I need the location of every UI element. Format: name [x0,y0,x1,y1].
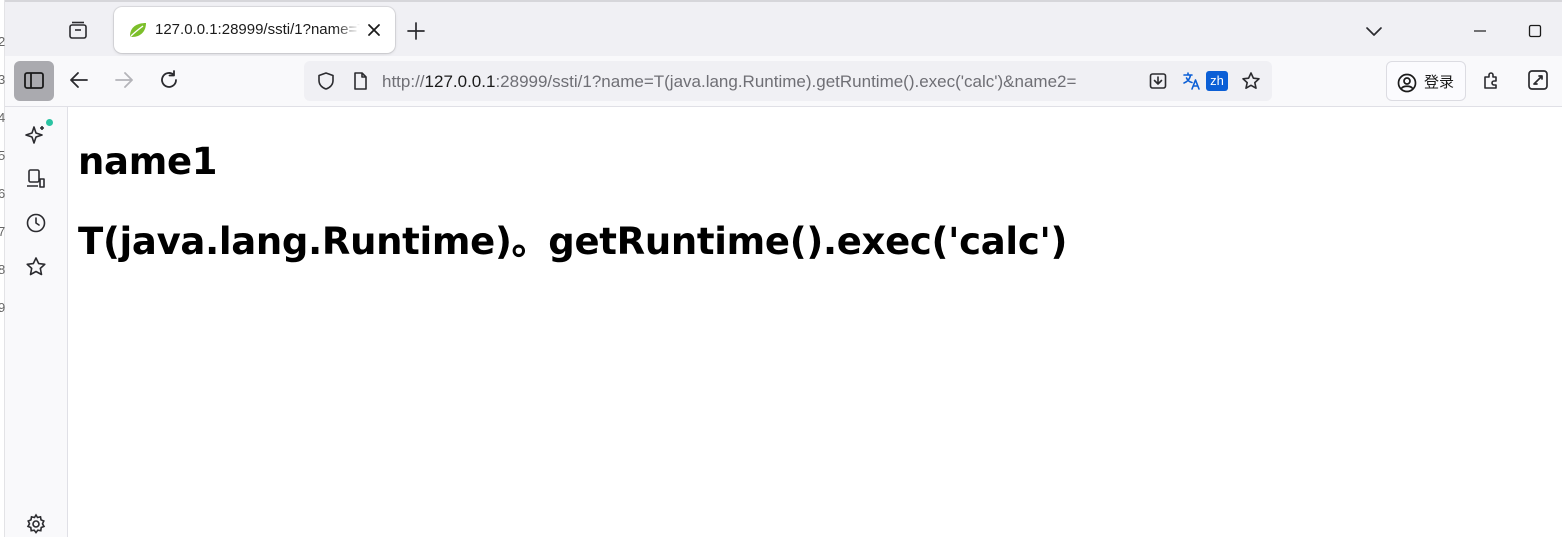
sidebar-icon [24,72,44,89]
login-button[interactable]: 登录 [1386,61,1466,101]
reload-icon[interactable] [157,68,181,92]
tab-strip: 127.0.0.1:28999/ssti/1?name=T(java.lang.… [5,0,1562,56]
page-content: name1 T(java.lang.Runtime)。getRuntime().… [68,107,1562,537]
ai-notification-dot [46,119,53,126]
sidebar-toggle-button[interactable] [14,61,54,101]
url-text[interactable]: http://127.0.0.1:28999/ssti/1?name=T(jav… [382,71,1142,93]
sidebar [5,107,68,537]
chevron-down-icon[interactable] [1363,20,1385,42]
gear-icon[interactable] [24,512,48,536]
synced-tabs-icon[interactable] [24,167,48,191]
url-host: 127.0.0.1 [424,72,496,91]
page-heading-name2: T(java.lang.Runtime)。getRuntime().exec('… [78,220,1068,263]
forward-arrow-icon[interactable] [112,68,136,92]
edit-icon[interactable] [1526,68,1550,92]
translate-language-badge[interactable]: zh [1206,71,1228,91]
star-outline-icon[interactable] [24,255,48,279]
sparkle-icon[interactable] [24,123,48,147]
shield-icon[interactable] [316,71,336,91]
download-icon[interactable] [1148,71,1168,91]
account-icon [1397,73,1417,93]
login-label: 登录 [1424,73,1455,91]
maximize-icon[interactable] [1524,20,1546,42]
navigation-toolbar: http://127.0.0.1:28999/ssti/1?name=T(jav… [5,56,1562,107]
url-scheme: http:// [382,72,425,91]
clock-icon[interactable] [24,211,48,235]
close-icon[interactable] [364,20,384,40]
tab-title: 127.0.0.1:28999/ssti/1?name=T(java.lang.… [155,21,360,38]
minimize-icon[interactable] [1469,20,1491,42]
tab-overview-icon[interactable] [67,19,89,41]
active-tab[interactable]: 127.0.0.1:28999/ssti/1?name=T(java.lang.… [114,7,395,53]
address-bar[interactable]: http://127.0.0.1:28999/ssti/1?name=T(jav… [304,61,1272,101]
page-heading-name1: name1 [78,140,218,183]
puzzle-icon[interactable] [1480,68,1504,92]
star-icon[interactable] [1241,71,1261,91]
leaf-favicon-icon [128,21,148,39]
page-icon[interactable] [350,71,370,91]
back-arrow-icon[interactable] [67,68,91,92]
plus-icon[interactable] [405,20,427,42]
translate-icon[interactable] [1182,71,1202,91]
url-path: :28999/ssti/1?name=T(java.lang.Runtime).… [495,72,1077,91]
